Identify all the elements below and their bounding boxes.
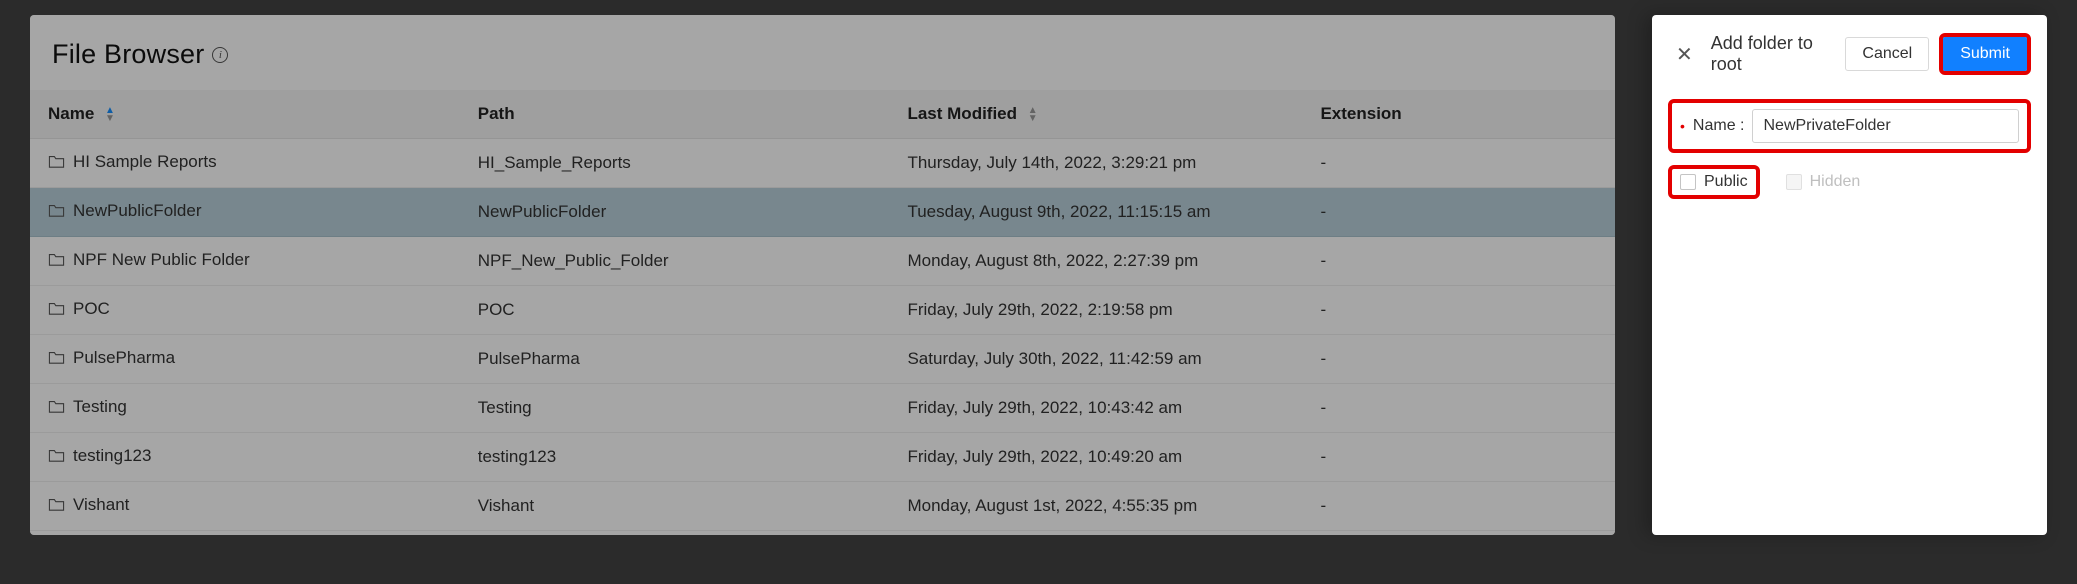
cell-path: Testing <box>460 384 890 433</box>
cell-name: testing123 <box>30 433 460 482</box>
cell-extension: - <box>1302 237 1525 286</box>
folder-icon <box>48 399 65 419</box>
cell-path: POC <box>460 286 890 335</box>
column-header-name[interactable]: Name ▲▼ <box>30 90 460 139</box>
required-indicator: • <box>1680 118 1685 134</box>
folder-icon <box>48 497 65 517</box>
page-title: File Browser <box>52 39 204 70</box>
cell-last-modified: Monday, August 8th, 2022, 2:27:39 pm <box>889 237 1302 286</box>
column-header-extension[interactable]: Extension <box>1302 90 1525 139</box>
cell-last-modified: Thursday, July 14th, 2022, 3:29:21 pm <box>889 139 1302 188</box>
column-header-last-modified-label: Last Modified <box>907 104 1017 123</box>
name-field-row: • Name : <box>1672 103 2027 149</box>
table-row[interactable]: POCPOCFriday, July 29th, 2022, 2:19:58 p… <box>30 286 1615 335</box>
cell-name-text: testing123 <box>73 446 151 465</box>
cell-last-modified: Saturday, July 30th, 2022, 11:42:59 am <box>889 335 1302 384</box>
public-checkbox[interactable] <box>1680 174 1696 190</box>
cell-name-text: HI Sample Reports <box>73 152 217 171</box>
column-header-last-modified[interactable]: Last Modified ▲▼ <box>889 90 1302 139</box>
cell-name: PulsePharma <box>30 335 460 384</box>
cell-extra <box>1526 286 1615 335</box>
cell-extension: - <box>1302 433 1525 482</box>
column-header-extension-label: Extension <box>1320 104 1401 123</box>
hidden-checkbox-label: Hidden <box>1810 173 1861 191</box>
table-row[interactable]: NPF New Public Folder NPF_New_Public_Fold… <box>30 237 1615 286</box>
cell-path: PulsePharma <box>460 335 890 384</box>
cell-path: NewPublicFolder <box>460 188 890 237</box>
table-row[interactable]: PulsePharmaPulsePharmaSaturday, July 30t… <box>30 335 1615 384</box>
folder-icon <box>48 448 65 468</box>
cell-extra <box>1526 188 1615 237</box>
cell-extra <box>1526 384 1615 433</box>
table-row[interactable]: NewPublicFolderNewPublicFolderTuesday, A… <box>30 188 1615 237</box>
cell-last-modified: Friday, July 29th, 2022, 10:49:20 am <box>889 433 1302 482</box>
cell-extra <box>1526 433 1615 482</box>
cell-last-modified: Monday, August 1st, 2022, 4:55:35 pm <box>889 482 1302 531</box>
cell-extension: - <box>1302 188 1525 237</box>
public-checkbox-label: Public <box>1704 173 1748 191</box>
cell-name: POC <box>30 286 460 335</box>
cell-last-modified: Friday, July 29th, 2022, 10:43:42 am <box>889 384 1302 433</box>
folder-icon <box>48 252 65 272</box>
table-row[interactable]: HI Sample Reports HI_Sample_ReportsThursd… <box>30 139 1615 188</box>
cell-path: NPF_New_Public_Folder <box>460 237 890 286</box>
file-browser-panel: File Browser i Name ▲▼ Path Last Modifie… <box>30 15 1615 535</box>
cell-path: HI_Sample_Reports <box>460 139 890 188</box>
cell-name-text: Testing <box>73 397 127 416</box>
table-row[interactable]: VishantVishantMonday, August 1st, 2022, … <box>30 482 1615 531</box>
cell-path: testing123 <box>460 433 890 482</box>
cell-name-text: NewPublicFolder <box>73 201 202 220</box>
cell-extra <box>1526 335 1615 384</box>
cell-extension: - <box>1302 335 1525 384</box>
name-field-label: Name : <box>1693 117 1745 135</box>
close-icon[interactable]: ✕ <box>1672 40 1697 69</box>
table-row[interactable]: testing123testing123Friday, July 29th, 2… <box>30 433 1615 482</box>
cell-name-text: POC <box>73 299 110 318</box>
file-table: Name ▲▼ Path Last Modified ▲▼ Extension … <box>30 90 1615 531</box>
cell-name: Testing <box>30 384 460 433</box>
cell-name-text: Vishant <box>73 495 129 514</box>
cell-name: Vishant <box>30 482 460 531</box>
table-row[interactable]: TestingTestingFriday, July 29th, 2022, 1… <box>30 384 1615 433</box>
cell-last-modified: Friday, July 29th, 2022, 2:19:58 pm <box>889 286 1302 335</box>
cancel-button[interactable]: Cancel <box>1845 37 1929 71</box>
info-icon[interactable]: i <box>212 47 228 63</box>
sort-icon[interactable]: ▲▼ <box>1028 107 1038 123</box>
cell-extra <box>1526 237 1615 286</box>
cell-extension: - <box>1302 384 1525 433</box>
cell-extra <box>1526 139 1615 188</box>
column-header-path[interactable]: Path <box>460 90 890 139</box>
cell-extension: - <box>1302 482 1525 531</box>
cell-name: NPF New Public Folder <box>30 237 460 286</box>
column-header-name-label: Name <box>48 104 94 123</box>
hidden-checkbox <box>1786 174 1802 190</box>
folder-icon <box>48 203 65 223</box>
folder-icon <box>48 154 65 174</box>
cell-extension: - <box>1302 286 1525 335</box>
add-folder-panel: ✕ Add folder to root Cancel Submit • Nam… <box>1652 15 2047 535</box>
panel-title: Add folder to root <box>1711 33 1832 75</box>
cell-extra <box>1526 482 1615 531</box>
cell-name-text: NPF New Public Folder <box>73 250 250 269</box>
cell-extension: - <box>1302 139 1525 188</box>
cell-name-text: PulsePharma <box>73 348 175 367</box>
cell-path: Vishant <box>460 482 890 531</box>
hidden-checkbox-group: Hidden <box>1778 169 1869 195</box>
column-header-path-label: Path <box>478 104 515 123</box>
cell-name: NewPublicFolder <box>30 188 460 237</box>
sort-icon[interactable]: ▲▼ <box>105 107 115 123</box>
cell-name: HI Sample Reports <box>30 139 460 188</box>
column-header-extra <box>1526 90 1615 139</box>
folder-icon <box>48 350 65 370</box>
name-field[interactable] <box>1752 109 2019 143</box>
folder-icon <box>48 301 65 321</box>
submit-button[interactable]: Submit <box>1943 37 2027 71</box>
cell-last-modified: Tuesday, August 9th, 2022, 11:15:15 am <box>889 188 1302 237</box>
public-checkbox-group: Public <box>1672 169 1756 195</box>
